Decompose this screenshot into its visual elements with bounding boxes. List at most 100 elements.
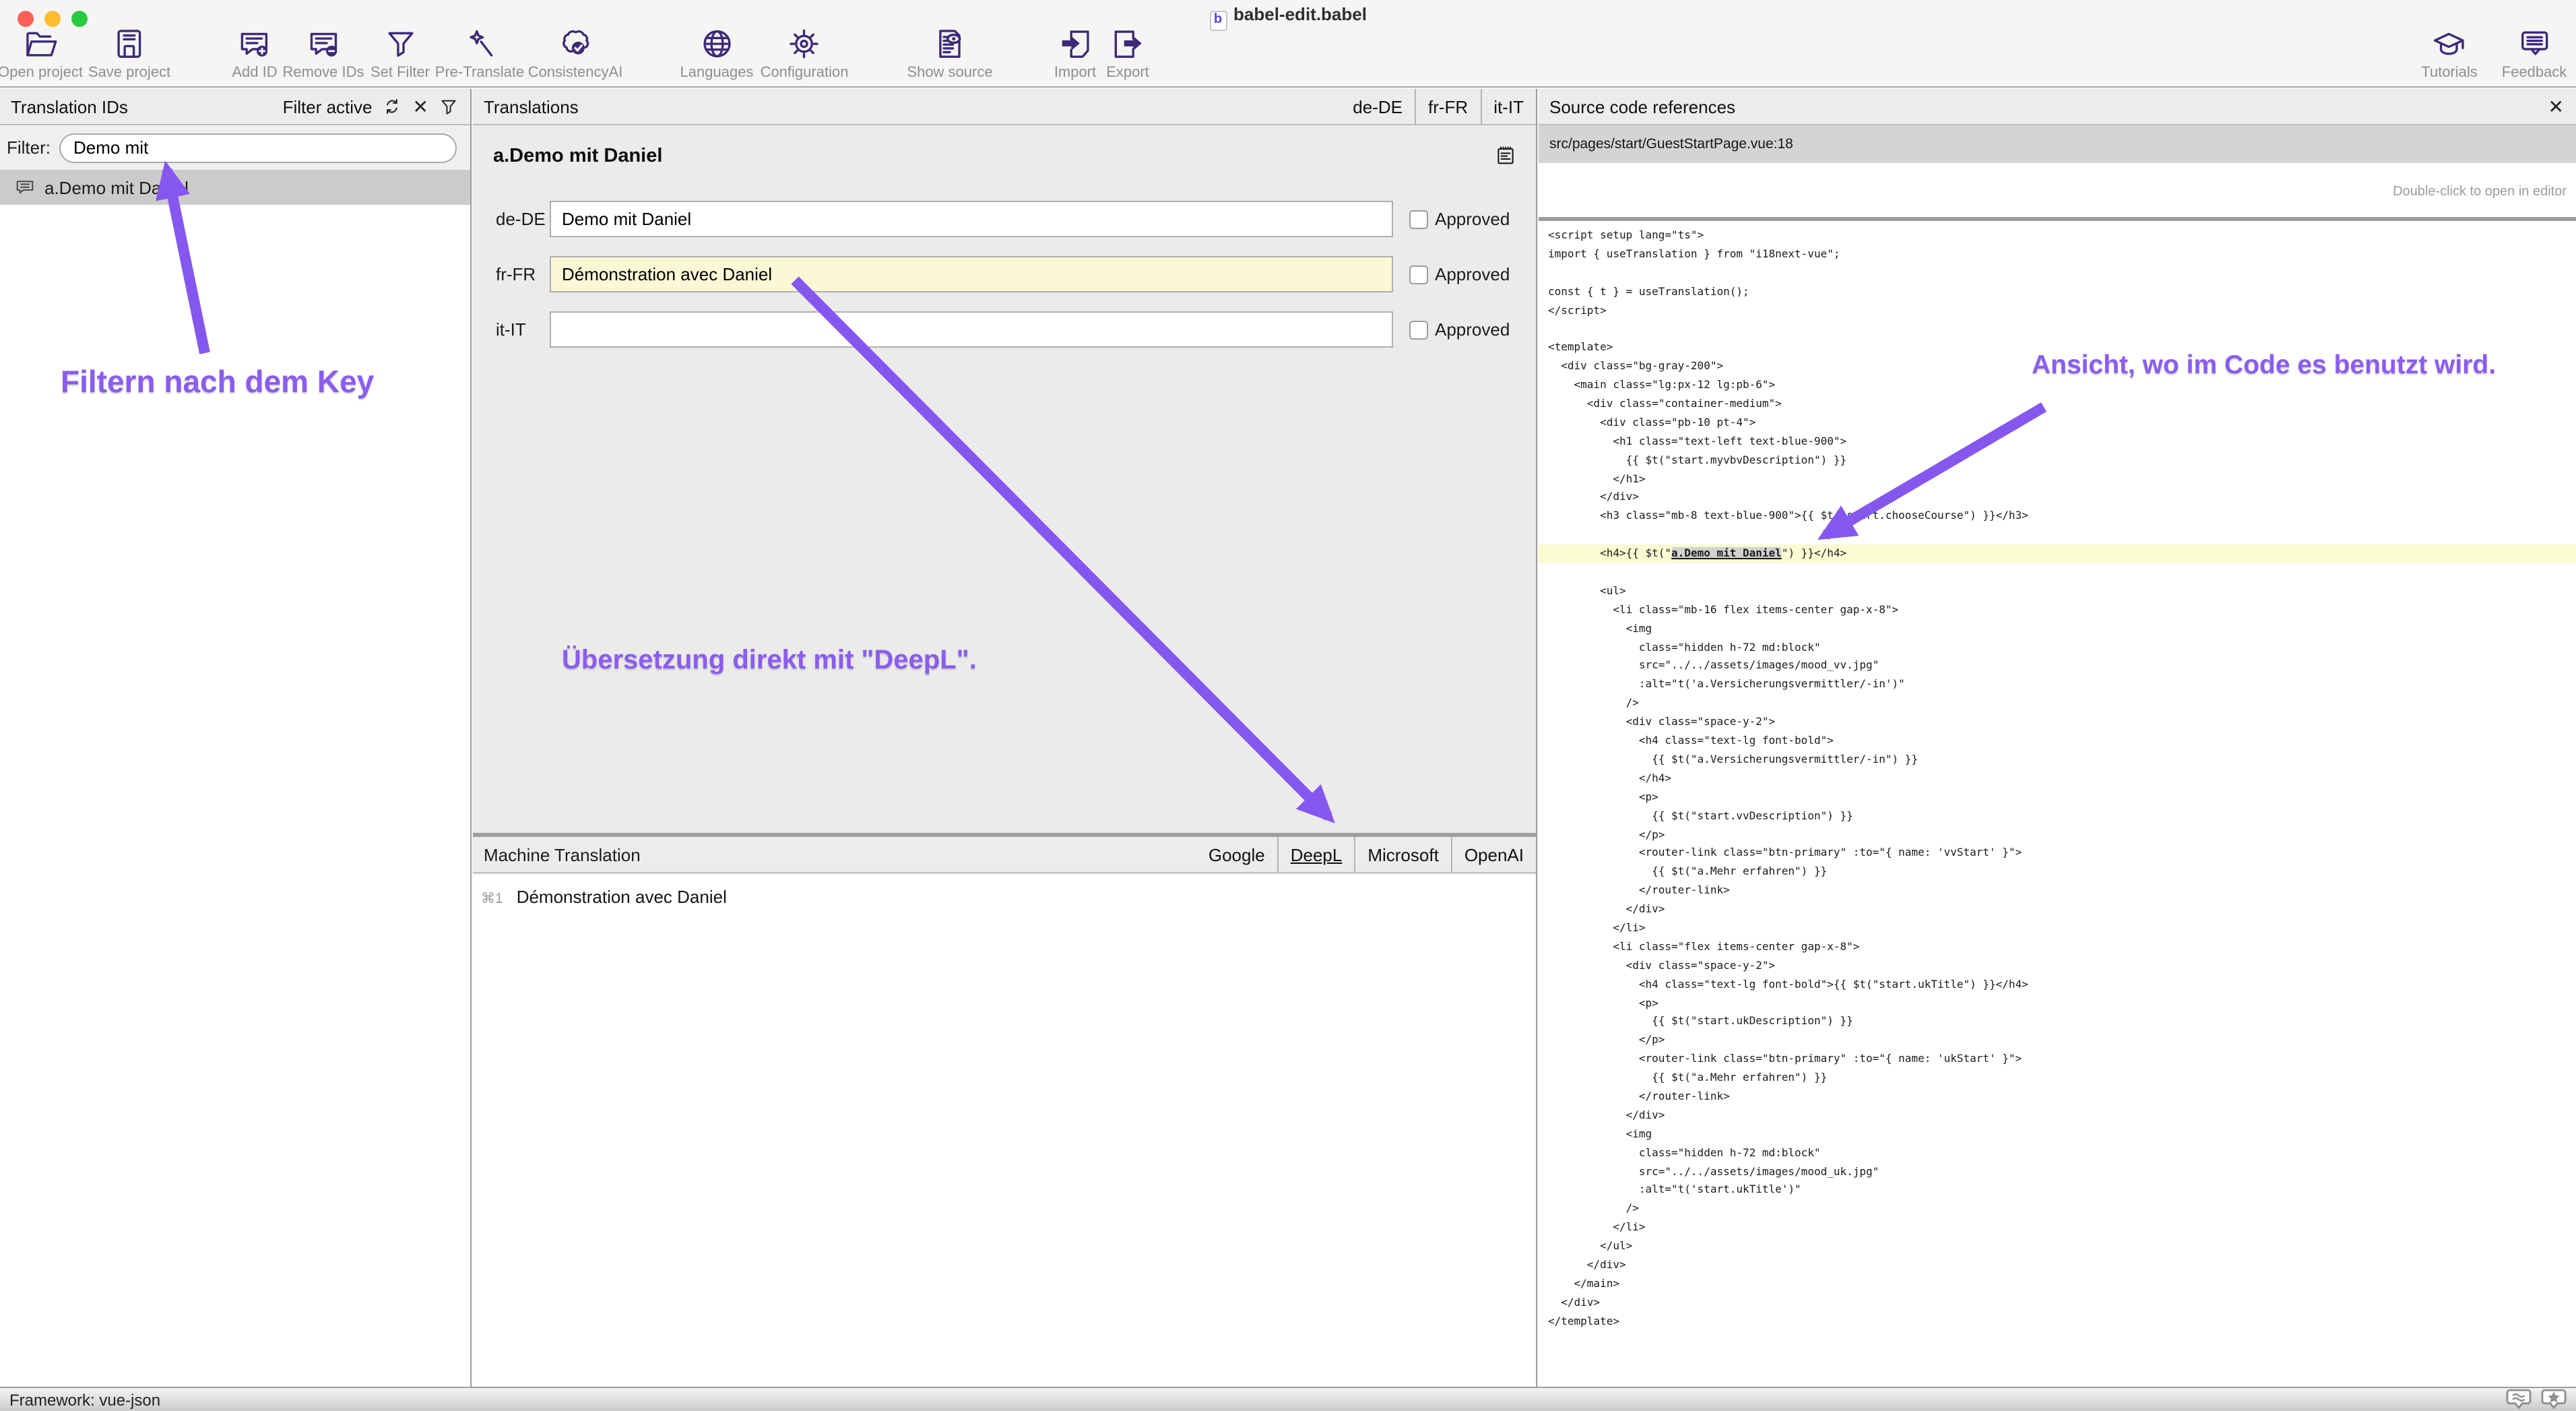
code-line: :alt="t('a.Versicherungsvermittler/-in')… — [1539, 676, 2576, 695]
toolbar-button-feedback[interactable]: Feedback — [2502, 26, 2567, 81]
code-line: class="hidden h-72 md:block" — [1539, 638, 2576, 657]
code-line — [1539, 320, 2576, 339]
toolbar-button-consistencyai[interactable]: ConsistencyAI — [528, 26, 623, 81]
toolbar-button-languages[interactable]: Languages — [680, 26, 754, 81]
consistency-ai-icon — [557, 26, 593, 62]
language-label: it-IT — [496, 319, 526, 340]
code-line: </div> — [1539, 900, 2576, 919]
code-line: <li class="mb-16 flex items-center gap-x… — [1539, 601, 2576, 620]
code-line: <div class="container-medium"> — [1539, 395, 2576, 414]
translation-id-list: a.Demo mit Daniel — [0, 171, 470, 205]
source-reference-row[interactable]: src/pages/start/GuestStartPage.vue:18 — [1539, 125, 2576, 163]
code-line: <main class="lg:px-12 lg:pb-6"> — [1539, 376, 2576, 395]
code-line: </div> — [1539, 489, 2576, 507]
selected-id-title: a.Demo mit Daniel — [493, 145, 662, 166]
language-tabs: de-DEfr-FRit-IT — [1341, 89, 1536, 124]
toolbar-button-label: Remove IDs — [282, 65, 364, 81]
provider-tab-google[interactable]: Google — [1196, 837, 1277, 872]
code-line: <h4 class="text-lg font-bold"> — [1539, 732, 2576, 751]
code-line: <p> — [1539, 788, 2576, 807]
code-line: <p> — [1539, 994, 2576, 1013]
toolbar-button-save-project[interactable]: Save project — [88, 26, 170, 81]
code-line — [1539, 526, 2576, 545]
code-line: src="../../assets/images/mood_uk.jpg" — [1539, 1162, 2576, 1181]
code-line: </router-link> — [1539, 1088, 2576, 1106]
provider-tab-openai[interactable]: OpenAI — [1451, 837, 1536, 872]
toolbar-button-remove-ids[interactable]: Remove IDs — [282, 26, 364, 81]
toolbar-button-open-project[interactable]: Open project — [0, 26, 83, 81]
toolbar-button-label: Open project — [0, 65, 83, 81]
suggestion-shortcut: ⌘1 — [481, 891, 503, 907]
source-code-view[interactable]: <script setup lang="ts">import { useTran… — [1539, 222, 2576, 1387]
configuration-icon — [786, 26, 823, 62]
translation-input-fr-fr[interactable] — [550, 256, 1393, 292]
add-id-icon — [236, 26, 273, 62]
provider-tab-microsoft[interactable]: Microsoft — [1354, 837, 1450, 872]
comment-notepad-icon[interactable] — [1494, 144, 1517, 167]
feedback-icon — [2516, 26, 2552, 62]
code-line: </h4> — [1539, 770, 2576, 788]
machine-translation-suggestion[interactable]: ⌘1Démonstration avec Daniel — [473, 875, 1536, 907]
open-project-icon — [22, 26, 59, 62]
translations-panel: Translations de-DEfr-FRit-IT a.Demo mit … — [473, 89, 1537, 1387]
star-badge-icon[interactable] — [2541, 1388, 2567, 1411]
code-line: {{ $t("start.vvDescription") }} — [1539, 807, 2576, 825]
toolbar-button-configuration[interactable]: Configuration — [761, 26, 849, 81]
approved-checkbox-fr-fr[interactable] — [1409, 265, 1428, 284]
toolbar-button-export[interactable]: Export — [1106, 26, 1149, 81]
refresh-filter-icon[interactable] — [383, 97, 402, 116]
code-line: </div> — [1539, 1256, 2576, 1275]
code-splitter[interactable] — [1539, 217, 2576, 221]
status-bar: Framework: vue-json — [0, 1387, 2576, 1411]
toolbar-button-label: Save project — [88, 65, 170, 81]
language-tab-de-de[interactable]: de-DE — [1341, 89, 1415, 124]
code-line: <img — [1539, 1125, 2576, 1144]
code-line: <script setup lang="ts"> — [1539, 226, 2576, 245]
approved-checkbox-de-de[interactable] — [1409, 210, 1428, 229]
toolbar-button-show-source[interactable]: Show source — [907, 26, 992, 81]
translation-input-de-de[interactable] — [550, 201, 1393, 237]
panel-title: Translation IDs — [11, 96, 128, 117]
toolbar-button-label: Export — [1106, 65, 1149, 81]
language-label: fr-FR — [496, 264, 536, 284]
code-line: <h1 class="text-left text-blue-900"> — [1539, 433, 2576, 451]
toolbar-button-pre-translate[interactable]: Pre-Translate — [435, 26, 524, 81]
toolbar-button-import[interactable]: Import — [1054, 26, 1096, 81]
clear-filter-icon[interactable]: ✕ — [413, 97, 428, 116]
toolbar-button-add-id[interactable]: Add ID — [232, 26, 277, 81]
approved-checkbox-it-it[interactable] — [1409, 321, 1428, 340]
language-tab-fr-fr[interactable]: fr-FR — [1415, 89, 1480, 124]
show-source-icon — [932, 26, 968, 62]
toolbar-button-tutorials[interactable]: Tutorials — [2421, 26, 2478, 81]
provider-tab-deepl[interactable]: DeepL — [1277, 837, 1355, 872]
toolbar-button-set-filter[interactable]: Set Filter — [371, 26, 430, 81]
translation-input-it-it[interactable] — [550, 311, 1393, 348]
code-line: <li class="flex items-center gap-x-8"> — [1539, 938, 2576, 957]
source-references-header: Source code references ✕ — [1539, 89, 2576, 125]
framework-label: Framework: vue-json — [9, 1390, 160, 1409]
code-line: /> — [1539, 695, 2576, 714]
filter-funnel-icon[interactable] — [439, 97, 458, 116]
translation-ids-header: Translation IDs Filter active ✕ — [0, 89, 470, 125]
approved-label: Approved — [1435, 209, 1510, 229]
pre-translate-icon — [461, 26, 498, 62]
filter-input[interactable] — [59, 133, 457, 162]
code-line: </div> — [1539, 1294, 2576, 1313]
document-icon: b — [1209, 11, 1227, 31]
code-line: </main> — [1539, 1275, 2576, 1294]
toolbar-button-label: Pre-Translate — [435, 65, 524, 81]
language-tab-it-it[interactable]: it-IT — [1480, 89, 1536, 124]
highlighted-code-line: <h4>{{ $t("a.Demo mit Daniel") }}</h4> — [1539, 544, 2576, 563]
code-line: <div class="space-y-2"> — [1539, 713, 2576, 732]
panel-title: Source code references — [1549, 96, 1735, 117]
code-line: </p> — [1539, 825, 2576, 844]
provider-tabs: GoogleDeepLMicrosoftOpenAI — [1196, 837, 1536, 872]
filter-label: Filter: — [7, 137, 51, 158]
close-panel-icon[interactable]: ✕ — [2548, 95, 2576, 118]
reference-list-area: Double-click to open in editor — [1539, 163, 2576, 217]
waves-badge-icon[interactable] — [2506, 1388, 2532, 1411]
toolbar-button-label: Configuration — [761, 65, 849, 81]
code-line: <template> — [1539, 339, 2576, 358]
translation-id-item[interactable]: a.Demo mit Daniel — [0, 171, 470, 205]
code-line: </h1> — [1539, 470, 2576, 489]
